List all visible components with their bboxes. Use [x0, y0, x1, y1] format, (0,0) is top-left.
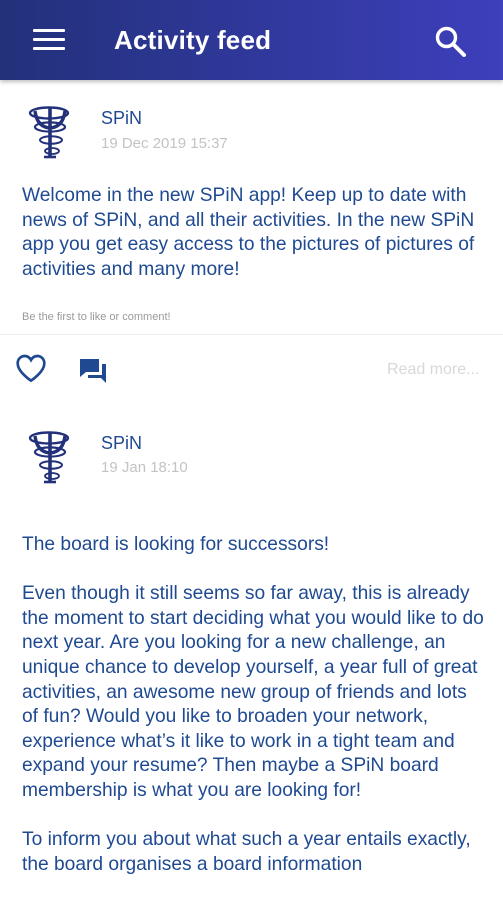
activity-feed: SPiN 19 Dec 2019 15:37 Welcome in the ne…: [0, 80, 503, 405]
post-text: The board is looking for successors! Eve…: [22, 534, 484, 875]
read-more-link[interactable]: Read more...: [387, 360, 479, 380]
post-author: SPiN: [101, 433, 143, 453]
app-bar: Activity feed: [0, 0, 503, 80]
engagement-hint: Be the first to like or comment!: [22, 311, 171, 323]
post-author: SPiN: [101, 108, 143, 128]
spin-logo-avatar: [28, 106, 70, 159]
post-timestamp: 19 Jan 18:10: [101, 459, 188, 476]
comment-icon[interactable]: [78, 355, 108, 385]
heart-icon[interactable]: [15, 353, 47, 383]
page-title: Activity feed: [114, 25, 272, 55]
search-icon[interactable]: [433, 24, 467, 58]
post-card: SPiN 19 Jan 18:10 The board is looking f…: [0, 405, 503, 900]
post-card: SPiN 19 Dec 2019 15:37 Welcome in the ne…: [0, 80, 503, 334]
post-text: Welcome in the new SPiN app! Keep up to …: [22, 185, 480, 280]
spin-logo-avatar: [28, 431, 70, 484]
post-timestamp: 19 Dec 2019 15:37: [101, 135, 228, 152]
post-actions: Read more...: [0, 334, 503, 405]
menu-icon[interactable]: [33, 29, 65, 51]
